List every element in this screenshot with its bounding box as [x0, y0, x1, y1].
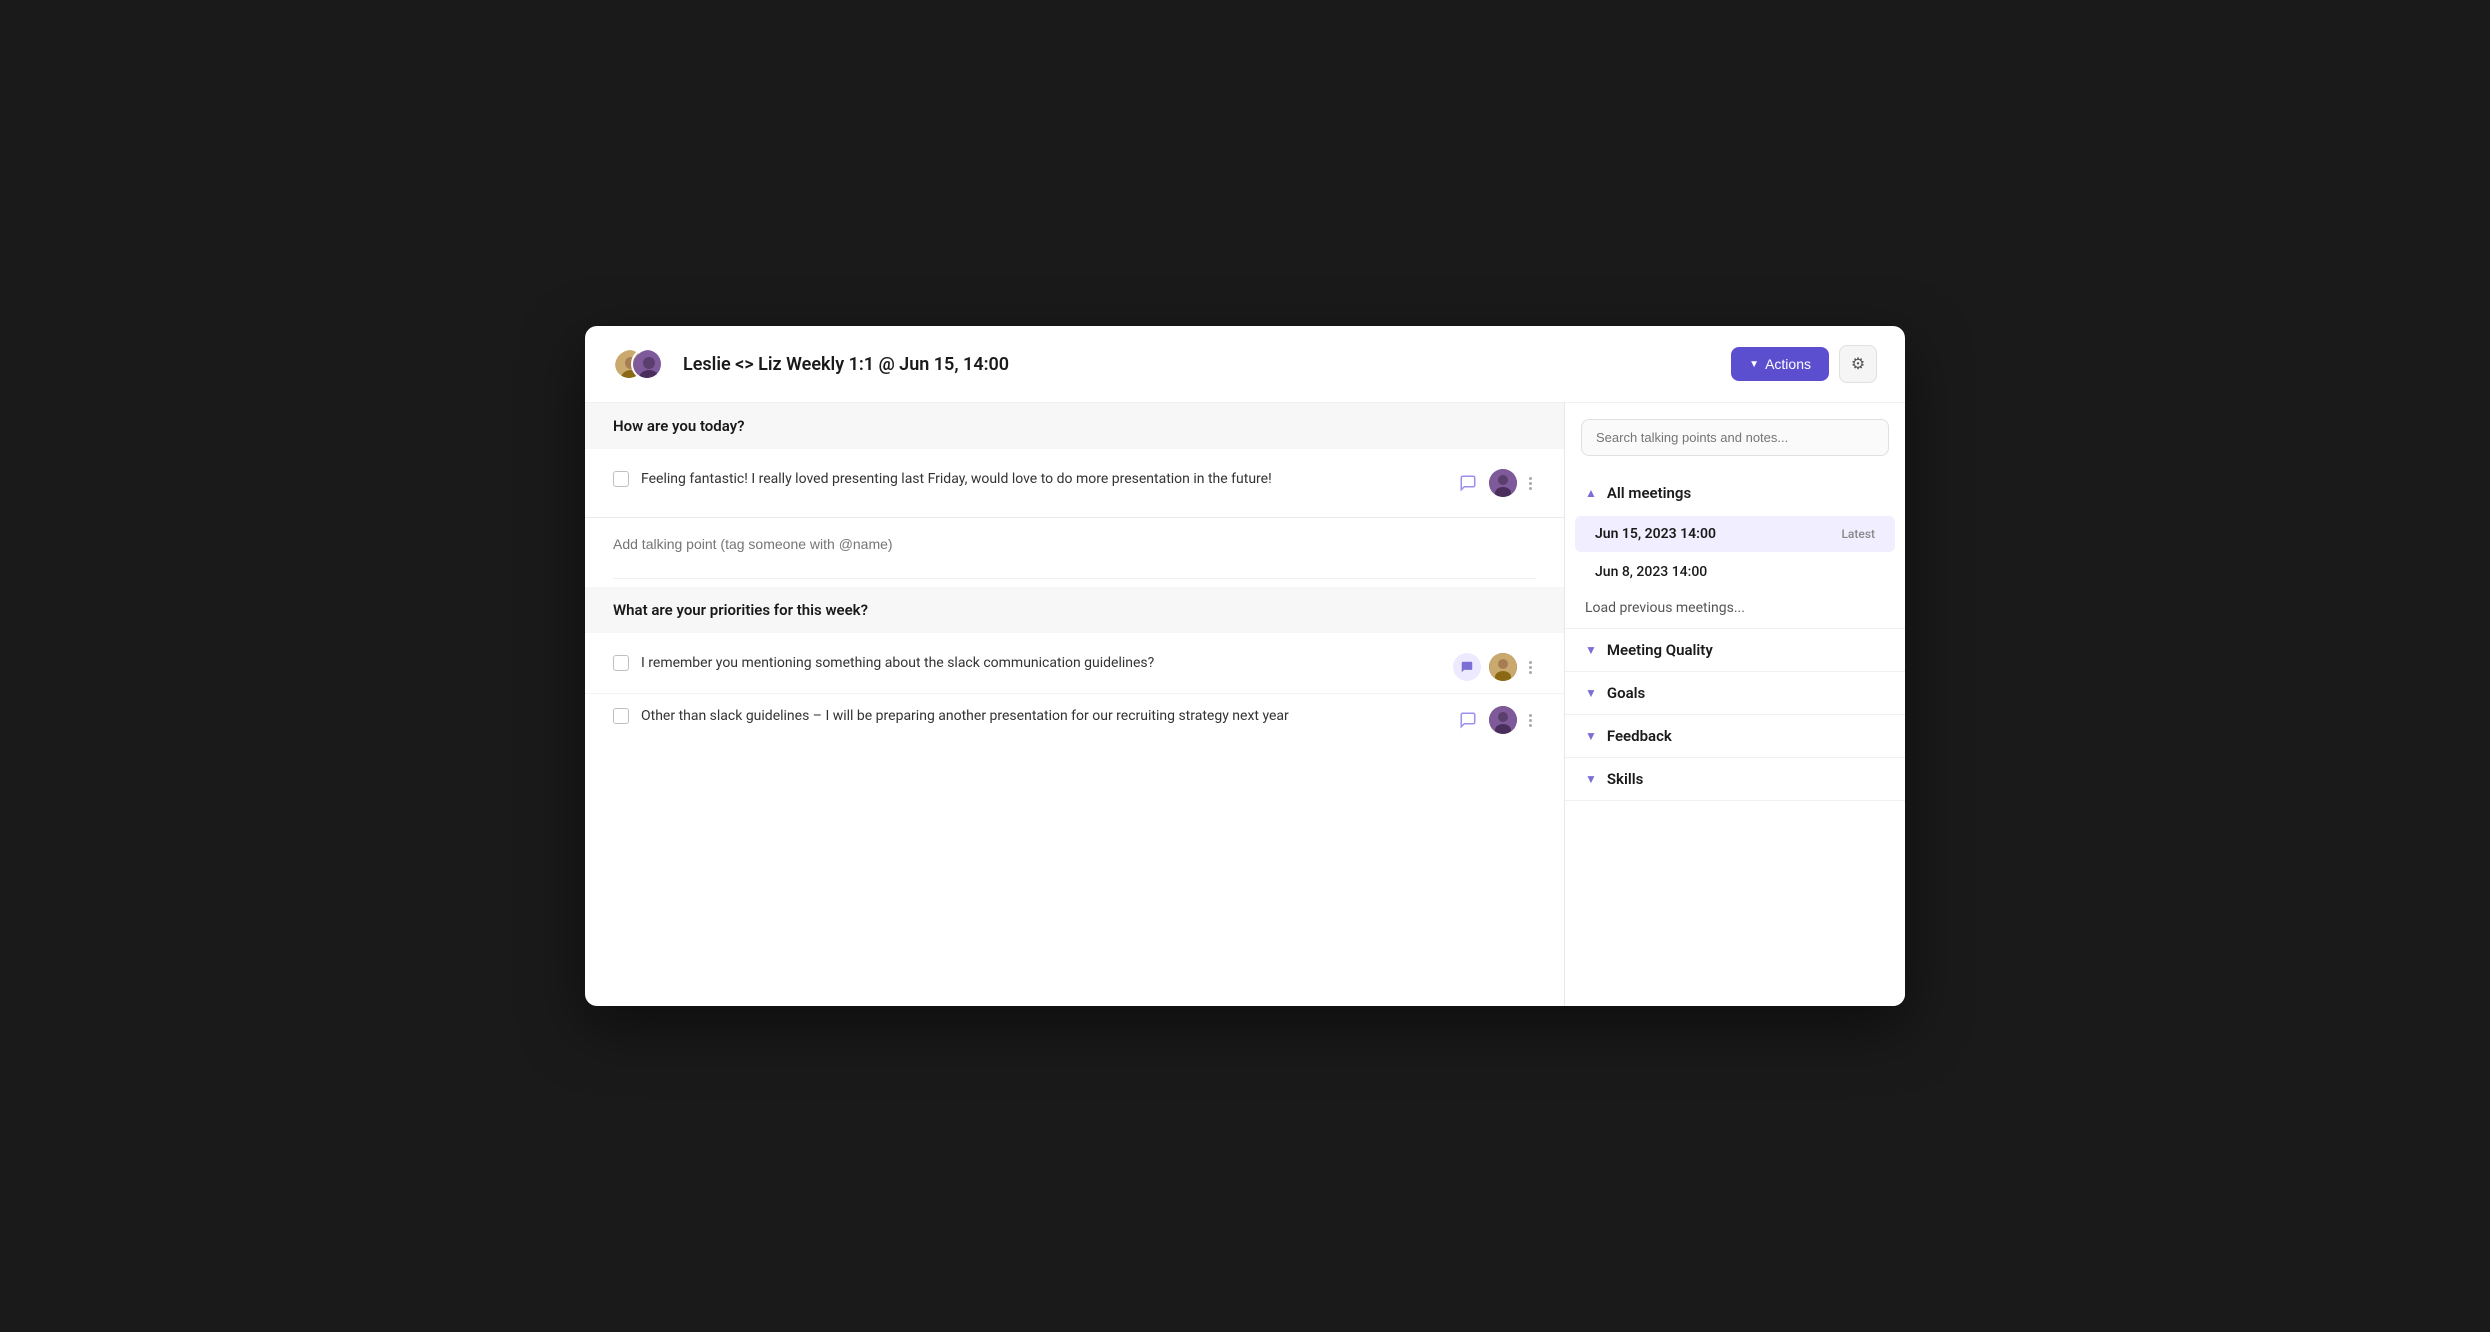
meeting-badge-latest: Latest — [1841, 527, 1875, 541]
checkbox-tp3[interactable] — [613, 708, 629, 724]
tp-text-3: Other than slack guidelines – I will be … — [641, 706, 1443, 727]
talking-points-1: Feeling fantastic! I really loved presen… — [585, 449, 1564, 517]
app-window: Leslie <> Liz Weekly 1:1 @ Jun 15, 14:00… — [585, 326, 1905, 1006]
load-previous-label: Load previous meetings... — [1585, 600, 1745, 616]
chevron-down-icon-goals: ▼ — [1585, 686, 1597, 700]
search-input[interactable] — [1581, 419, 1889, 456]
actions-button[interactable]: ▼ Actions — [1731, 347, 1829, 381]
header: Leslie <> Liz Weekly 1:1 @ Jun 15, 14:00… — [585, 326, 1905, 403]
meeting-date-1: Jun 15, 2023 14:00 — [1595, 526, 1716, 542]
talking-points-2: I remember you mentioning something abou… — [585, 633, 1564, 754]
sidebar-section-feedback: ▼ Feedback — [1565, 715, 1905, 758]
meeting-item-active[interactable]: Jun 15, 2023 14:00 Latest — [1575, 516, 1895, 552]
tp-actions-3 — [1455, 706, 1536, 734]
add-point-row-1 — [585, 517, 1564, 570]
comment-icon-3[interactable] — [1455, 707, 1481, 733]
tp-text-1: Feeling fantastic! I really loved presen… — [641, 469, 1443, 490]
actions-label: Actions — [1765, 356, 1811, 372]
load-previous-button[interactable]: Load previous meetings... — [1565, 592, 1905, 620]
table-row: Feeling fantastic! I really loved presen… — [585, 457, 1564, 509]
meeting-quality-header[interactable]: ▼ Meeting Quality — [1565, 629, 1905, 671]
all-meetings-header[interactable]: ▲ All meetings — [1565, 472, 1905, 510]
section-priorities: What are your priorities for this week? … — [585, 587, 1564, 754]
checkbox-tp2[interactable] — [613, 655, 629, 671]
chevron-down-icon: ▼ — [1749, 359, 1759, 370]
chevron-down-icon-skills: ▼ — [1585, 772, 1597, 786]
checkbox-tp1[interactable] — [613, 471, 629, 487]
feedback-header[interactable]: ▼ Feedback — [1565, 715, 1905, 757]
table-row: I remember you mentioning something abou… — [585, 641, 1564, 694]
section-header-2: What are your priorities for this week? — [585, 587, 1564, 633]
more-options-2[interactable] — [1525, 659, 1536, 676]
more-options-1[interactable] — [1525, 475, 1536, 492]
avatar-tp2 — [1489, 653, 1517, 681]
comment-icon-1[interactable] — [1455, 470, 1481, 496]
avatar-tp1 — [1489, 469, 1517, 497]
meetings-list: Jun 15, 2023 14:00 Latest Jun 8, 2023 14… — [1565, 510, 1905, 628]
sidebar-section-meeting-quality: ▼ Meeting Quality — [1565, 629, 1905, 672]
section-title-2: What are your priorities for this week? — [613, 601, 868, 619]
meeting-title: Leslie <> Liz Weekly 1:1 @ Jun 15, 14:00 — [683, 354, 1717, 375]
tp-actions-2 — [1453, 653, 1536, 681]
settings-button[interactable]: ⚙ — [1839, 345, 1877, 383]
feedback-title: Feedback — [1607, 727, 1672, 745]
all-meetings-title: All meetings — [1607, 484, 1691, 502]
section-divider — [613, 578, 1536, 579]
avatar-tp3 — [1489, 706, 1517, 734]
avatar-liz — [631, 348, 663, 380]
section-header-1: How are you today? — [585, 403, 1564, 449]
meeting-item-2[interactable]: Jun 8, 2023 14:00 — [1575, 554, 1895, 590]
more-options-3[interactable] — [1525, 712, 1536, 729]
section-how-are-you: How are you today? Feeling fantastic! I … — [585, 403, 1564, 570]
main-container: How are you today? Feeling fantastic! I … — [585, 403, 1905, 1006]
section-title-1: How are you today? — [613, 417, 745, 435]
skills-title: Skills — [1607, 770, 1643, 788]
skills-header[interactable]: ▼ Skills — [1565, 758, 1905, 800]
tp-text-2: I remember you mentioning something abou… — [641, 653, 1441, 674]
header-actions: ▼ Actions ⚙ — [1731, 345, 1877, 383]
comment-icon-filled-2[interactable] — [1453, 653, 1481, 681]
tp-actions-1 — [1455, 469, 1536, 497]
sidebar-section-goals: ▼ Goals — [1565, 672, 1905, 715]
chevron-down-icon-feedback: ▼ — [1585, 729, 1597, 743]
meeting-quality-title: Meeting Quality — [1607, 641, 1713, 659]
add-talking-point-input-1[interactable] — [613, 530, 1536, 558]
chevron-down-icon-mq: ▼ — [1585, 643, 1597, 657]
sidebar-section-skills: ▼ Skills — [1565, 758, 1905, 801]
chevron-up-icon: ▲ — [1585, 486, 1597, 500]
left-panel: How are you today? Feeling fantastic! I … — [585, 403, 1565, 1006]
table-row: Other than slack guidelines – I will be … — [585, 694, 1564, 746]
right-panel: ▲ All meetings Jun 15, 2023 14:00 Latest… — [1565, 403, 1905, 1006]
meeting-date-2: Jun 8, 2023 14:00 — [1595, 564, 1707, 580]
goals-title: Goals — [1607, 684, 1645, 702]
search-box — [1581, 419, 1889, 456]
goals-header[interactable]: ▼ Goals — [1565, 672, 1905, 714]
avatar-pair — [613, 344, 669, 384]
sidebar-section-all-meetings: ▲ All meetings Jun 15, 2023 14:00 Latest… — [1565, 472, 1905, 629]
gear-icon: ⚙ — [1851, 354, 1865, 374]
